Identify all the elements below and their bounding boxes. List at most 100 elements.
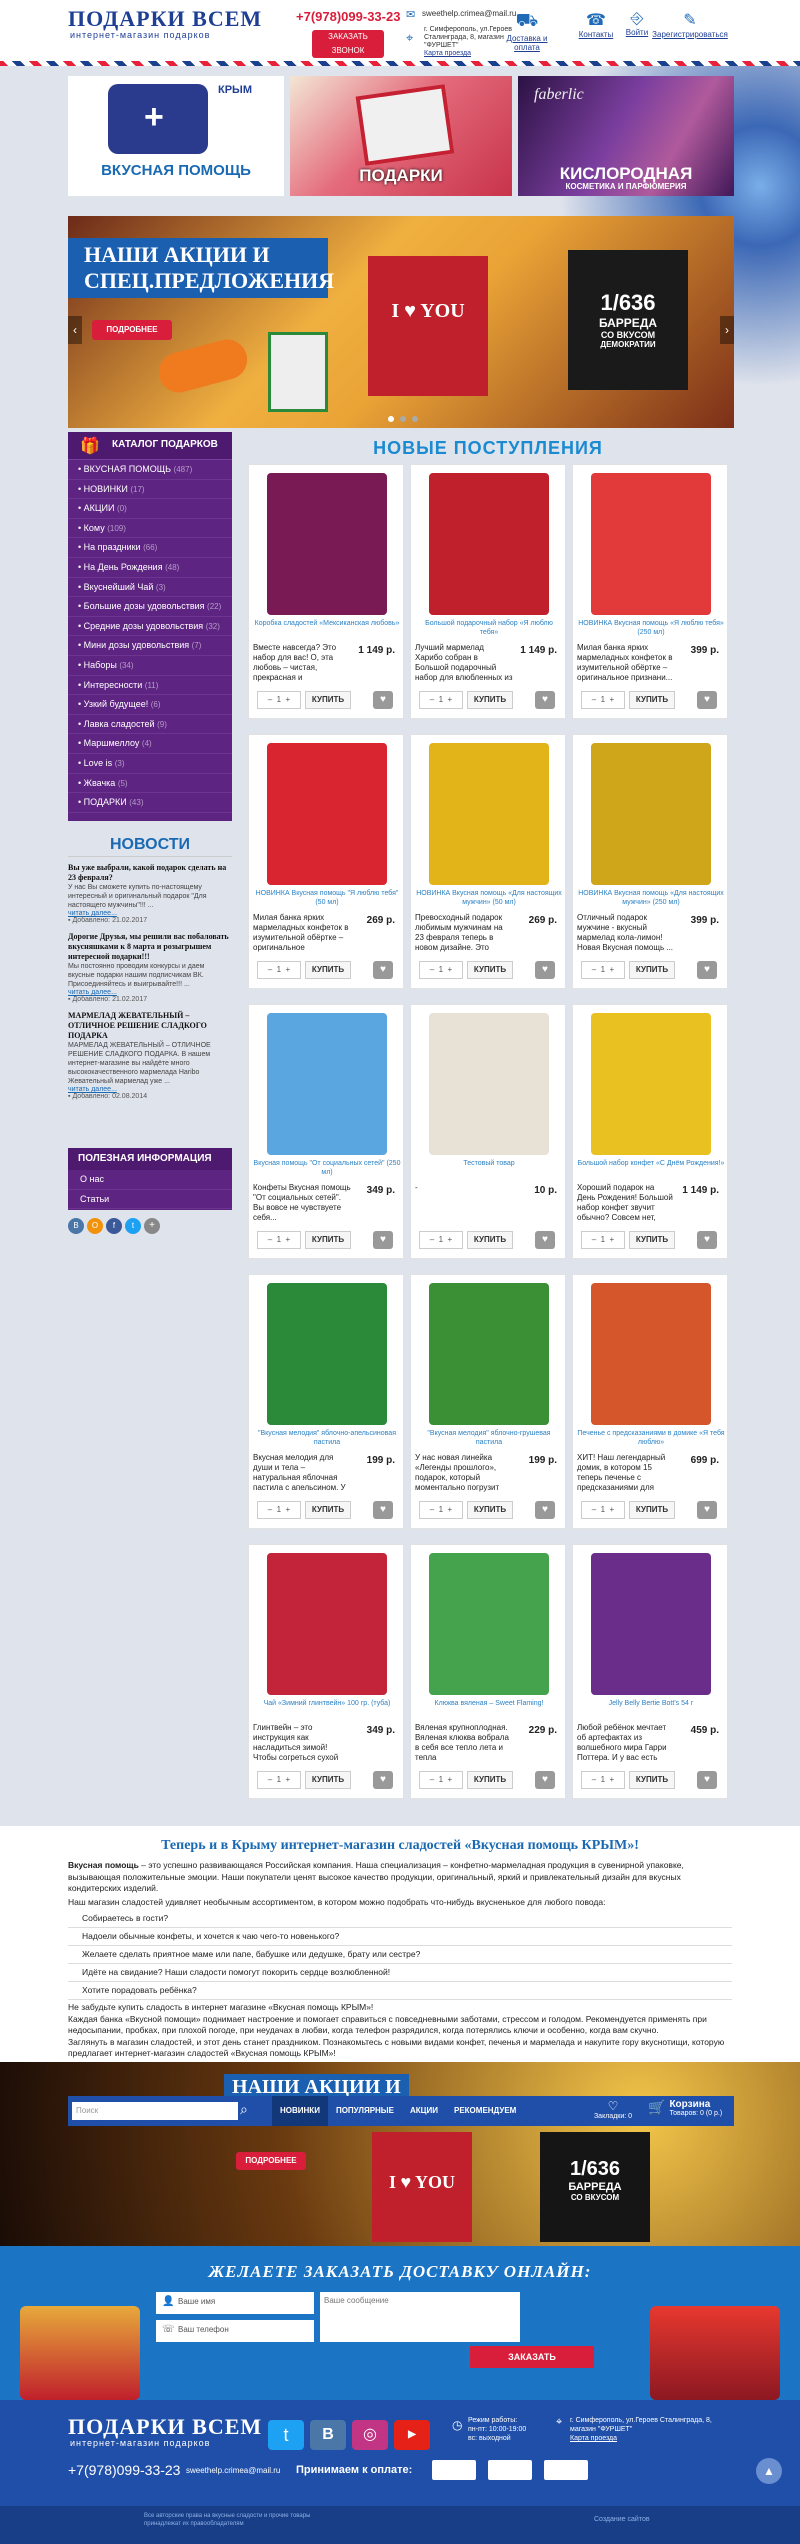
catalog-item[interactable]: • НОВИНКИ (17): [68, 480, 232, 500]
quantity-stepper[interactable]: – 1 +: [581, 961, 625, 979]
product-name[interactable]: НОВИНКА Вкусная помощь «Для настоящих му…: [577, 889, 725, 907]
product-image[interactable]: [429, 473, 549, 615]
heart-icon[interactable]: ♥: [373, 691, 393, 709]
buy-button[interactable]: КУПИТЬ: [305, 961, 351, 979]
product-name[interactable]: "Вкусная мелодия" яблочно-апельсиновая п…: [253, 1429, 401, 1447]
nav-login[interactable]: ⎆ Войти: [620, 10, 654, 37]
footer-email[interactable]: sweethelp.crimea@mail.ru: [186, 2466, 280, 2475]
product-name[interactable]: Большой подарочный набор «Я люблю тебя»: [415, 619, 563, 637]
product-image[interactable]: [429, 743, 549, 885]
info-item-about[interactable]: О нас: [68, 1170, 232, 1190]
slider-prev-arrow-icon[interactable]: ‹: [68, 316, 82, 344]
scroll-top-icon[interactable]: ▲: [756, 2458, 782, 2484]
product-name[interactable]: Печенье с предсказаниями в домике «Я теб…: [577, 1429, 725, 1447]
product-card[interactable]: Большой подарочный набор «Я люблю тебя» Л…: [410, 464, 566, 719]
tab-new[interactable]: НОВИНКИ: [272, 2096, 328, 2126]
catalog-item[interactable]: • На День Рождения (48): [68, 558, 232, 578]
facebook-icon[interactable]: f: [106, 1218, 122, 1234]
heart-icon[interactable]: ♥: [373, 961, 393, 979]
product-image[interactable]: [429, 1013, 549, 1155]
product-name[interactable]: Чай «Зимний глинтвейн» 100 гр. (туба): [253, 1699, 401, 1717]
product-name[interactable]: НОВИНКА Вкусная помощь «Для настоящих му…: [415, 889, 563, 907]
bottom-promo-more-button[interactable]: ПОДРОБНЕЕ: [236, 2152, 306, 2170]
twitter-icon[interactable]: t: [125, 1218, 141, 1234]
product-name[interactable]: НОВИНКА Вкусная помощь "Я люблю тебя" (5…: [253, 889, 401, 907]
cart-link[interactable]: 🛒 Корзина Товаров: 0 (0 р.): [648, 2099, 732, 2117]
search-icon[interactable]: ⌕: [240, 2101, 248, 2118]
product-card[interactable]: Тестовый товар - 10 р. – 1 + КУПИТЬ ♥: [410, 1004, 566, 1259]
buy-button[interactable]: КУПИТЬ: [629, 1231, 675, 1249]
quantity-stepper[interactable]: – 1 +: [419, 1501, 463, 1519]
banner-faberlic[interactable]: faberlic КИСЛОРОДНАЯ КОСМЕТИКА И ПАРФЮМЕ…: [518, 76, 734, 196]
buy-button[interactable]: КУПИТЬ: [629, 1501, 675, 1519]
instagram-icon[interactable]: ◎: [352, 2420, 388, 2450]
heart-icon[interactable]: ♥: [535, 961, 555, 979]
heart-icon[interactable]: ♥: [373, 1771, 393, 1789]
heart-icon[interactable]: ♥: [373, 1501, 393, 1519]
catalog-item[interactable]: • Вкуснейший Чай (3): [68, 578, 232, 598]
quantity-stepper[interactable]: – 1 +: [419, 1771, 463, 1789]
product-card[interactable]: Клюква вяленая – Sweet Flaming! Вяленая к…: [410, 1544, 566, 1799]
news-item-title[interactable]: Дорогие Друзья, мы решили вас побаловать…: [68, 932, 232, 962]
news-more-link[interactable]: читать далее...: [68, 910, 232, 917]
product-name[interactable]: Jelly Belly Bertie Bott's 54 г: [577, 1699, 725, 1717]
callback-button[interactable]: ЗАКАЗАТЬ ЗВОНОК: [312, 30, 384, 58]
favorites-link[interactable]: ♡ Закладки: 0: [588, 2099, 638, 2120]
catalog-item[interactable]: • Лавка сладостей (9): [68, 715, 232, 735]
map-link[interactable]: Карта проезда: [424, 50, 512, 58]
product-card[interactable]: Печенье с предсказаниями в домике «Я теб…: [572, 1274, 728, 1529]
product-card[interactable]: Вкусная помощь "От социальных сетей" (25…: [248, 1004, 404, 1259]
promo-slider[interactable]: НАШИ АКЦИИ И СПЕЦ.ПРЕДЛОЖЕНИЯ ПОДРОБНЕЕ …: [68, 216, 734, 428]
product-name[interactable]: Большой набор конфет «С Днём Рождения!»: [577, 1159, 725, 1177]
heart-icon[interactable]: ♥: [373, 1231, 393, 1249]
twitter-icon[interactable]: t: [268, 2420, 304, 2450]
product-image[interactable]: [267, 1553, 387, 1695]
ok-icon[interactable]: О: [87, 1218, 103, 1234]
quantity-stepper[interactable]: – 1 +: [419, 1231, 463, 1249]
product-image[interactable]: [591, 1283, 711, 1425]
heart-icon[interactable]: ♥: [535, 1231, 555, 1249]
buy-button[interactable]: КУПИТЬ: [629, 1771, 675, 1789]
nav-register[interactable]: ✎ Зарегистрироваться: [650, 10, 730, 39]
product-image[interactable]: [267, 1013, 387, 1155]
product-card[interactable]: Jelly Belly Bertie Bott's 54 г Любой ребё…: [572, 1544, 728, 1799]
quantity-stepper[interactable]: – 1 +: [419, 691, 463, 709]
catalog-item[interactable]: • Маршмеллоу (4): [68, 734, 232, 754]
product-name[interactable]: Вкусная помощь "От социальных сетей" (25…: [253, 1159, 401, 1177]
product-image[interactable]: [591, 743, 711, 885]
buy-button[interactable]: КУПИТЬ: [305, 1771, 351, 1789]
nav-contacts[interactable]: ☎ Контакты: [576, 10, 616, 39]
product-card[interactable]: Коробка сладостей «Мексиканская любовь» В…: [248, 464, 404, 719]
product-image[interactable]: [429, 1553, 549, 1695]
catalog-item[interactable]: • Кому (109): [68, 519, 232, 539]
catalog-item[interactable]: • Love is (3): [68, 754, 232, 774]
map-link[interactable]: Карта проезда: [570, 2434, 730, 2443]
footer-phone[interactable]: +7(978)099-33-23: [68, 2462, 180, 2478]
more-share-icon[interactable]: +: [144, 1218, 160, 1234]
catalog-item[interactable]: • Жвачка (5): [68, 774, 232, 794]
product-image[interactable]: [267, 473, 387, 615]
tab-popular[interactable]: ПОПУЛЯРНЫЕ: [328, 2096, 402, 2126]
nav-delivery[interactable]: ⛟ Доставка и оплата: [502, 10, 552, 52]
news-item-title[interactable]: МАРМЕЛАД ЖЕВАТЕЛЬНЫЙ – ОТЛИЧНОЕ РЕШЕНИЕ …: [68, 1011, 232, 1041]
search-input[interactable]: Поиск: [72, 2102, 238, 2120]
quantity-stepper[interactable]: – 1 +: [257, 691, 301, 709]
footer-logo-title[interactable]: ПОДАРКИ ВСЕМ: [68, 2414, 262, 2440]
heart-icon[interactable]: ♥: [535, 1501, 555, 1519]
vk-icon[interactable]: В: [310, 2420, 346, 2450]
product-image[interactable]: [591, 473, 711, 615]
buy-button[interactable]: КУПИТЬ: [467, 1231, 513, 1249]
product-image[interactable]: [429, 1283, 549, 1425]
catalog-item[interactable]: • На праздники (66): [68, 538, 232, 558]
slider-more-button[interactable]: ПОДРОБНЕЕ: [92, 320, 172, 340]
product-name[interactable]: "Вкусная мелодия" яблочно-грушевая пасти…: [415, 1429, 563, 1447]
catalog-item[interactable]: • Наборы (34): [68, 656, 232, 676]
buy-button[interactable]: КУПИТЬ: [467, 691, 513, 709]
product-card[interactable]: "Вкусная мелодия" яблочно-апельсиновая п…: [248, 1274, 404, 1529]
product-card[interactable]: "Вкусная мелодия" яблочно-грушевая пасти…: [410, 1274, 566, 1529]
product-card[interactable]: НОВИНКА Вкусная помощь "Я люблю тебя" (5…: [248, 734, 404, 989]
slider-dot[interactable]: [388, 416, 394, 422]
catalog-item[interactable]: • ПОДАРКИ (43): [68, 793, 232, 813]
heart-icon[interactable]: ♥: [697, 961, 717, 979]
heart-icon[interactable]: ♥: [697, 691, 717, 709]
